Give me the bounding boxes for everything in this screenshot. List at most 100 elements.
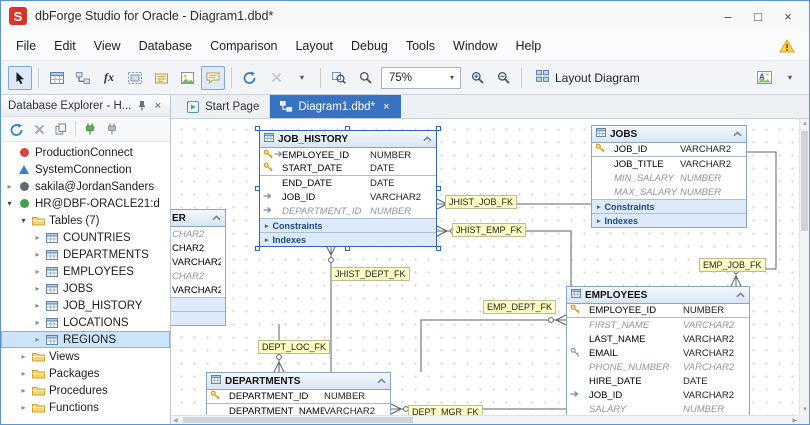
- tree-item-job-history[interactable]: ▸ JOB_HISTORY: [1, 297, 170, 314]
- tree-item-jobs[interactable]: ▸ JOBS: [1, 280, 170, 297]
- maximize-button[interactable]: □: [743, 5, 773, 27]
- collapse-arrow-icon[interactable]: ▸: [31, 284, 44, 293]
- menu-edit[interactable]: Edit: [45, 35, 85, 57]
- new-stamp-tool[interactable]: [149, 66, 173, 90]
- collapse-chevron-icon[interactable]: [212, 215, 221, 221]
- column-row[interactable]: VARCHAR2: [171, 255, 225, 269]
- relationship-emp-dept-fk[interactable]: [420, 314, 567, 372]
- table-header[interactable]: ER: [171, 210, 225, 227]
- selection-handle[interactable]: [255, 246, 260, 251]
- collapse-arrow-icon[interactable]: ▸: [17, 386, 30, 395]
- tree-item-locations[interactable]: ▸ LOCATIONS: [1, 314, 170, 331]
- refresh-button[interactable]: [6, 119, 28, 139]
- column-row[interactable]: VARCHAR2: [171, 283, 225, 297]
- column-row[interactable]: JOB_TITLE VARCHAR2: [592, 157, 746, 171]
- column-row[interactable]: END_DATE DATE: [260, 176, 436, 190]
- menu-comparison[interactable]: Comparison: [201, 35, 286, 57]
- zoom-out-button[interactable]: [491, 66, 515, 90]
- menu-view[interactable]: View: [85, 35, 130, 57]
- collapse-chevron-icon[interactable]: [377, 378, 386, 384]
- column-row[interactable]: MAX_SALARY NUMBER: [592, 185, 746, 199]
- menu-layout[interactable]: Layout: [286, 35, 342, 57]
- new-image-tool[interactable]: [175, 66, 199, 90]
- zoom-select[interactable]: 75% ▾: [381, 66, 461, 89]
- menu-tools[interactable]: Tools: [397, 35, 444, 57]
- section-constraints[interactable]: ▸Constraints: [260, 218, 436, 232]
- section-constraints[interactable]: ▸Constraints: [171, 297, 225, 311]
- new-connection-button[interactable]: [79, 119, 101, 139]
- pointer-tool[interactable]: [8, 65, 32, 90]
- column-row[interactable]: EMPLOYEE_ID NUMBER: [260, 148, 436, 162]
- menu-window[interactable]: Window: [444, 35, 506, 57]
- table-header[interactable]: JOB_HISTORY: [260, 131, 436, 148]
- collapse-arrow-icon[interactable]: ▸: [31, 267, 44, 276]
- vertical-scroll-thumb[interactable]: [801, 131, 808, 231]
- horizontal-scroll-thumb[interactable]: [183, 417, 413, 423]
- fit-tool[interactable]: [353, 66, 377, 90]
- tab-start-page[interactable]: Start Page: [177, 95, 271, 118]
- delete-button[interactable]: [264, 66, 288, 90]
- tree-item-packages[interactable]: ▸ Packages: [1, 365, 170, 382]
- fk-label-dept-loc-fk[interactable]: DEPT_LOC_FK: [258, 340, 331, 354]
- collapse-arrow-icon[interactable]: ▸: [3, 182, 16, 191]
- collapse-arrow-icon[interactable]: ▸: [17, 369, 30, 378]
- column-row[interactable]: START_DATE DATE: [260, 162, 436, 176]
- selection-handle[interactable]: [255, 185, 260, 191]
- tab-close-icon[interactable]: ×: [383, 101, 389, 113]
- table-header[interactable]: EMPLOYEES: [567, 287, 749, 304]
- column-row[interactable]: CHAR2: [171, 241, 225, 255]
- diagram-table-employees[interactable]: EMPLOYEES EMPLOYEE_ID NUMBER FIRST_NAME VARC…: [566, 286, 750, 424]
- selection-handle[interactable]: [436, 246, 441, 251]
- menu-file[interactable]: File: [7, 35, 45, 57]
- column-row[interactable]: HIRE_DATE DATE: [567, 374, 749, 388]
- column-row[interactable]: SALARY NUMBER: [567, 402, 749, 416]
- section-indexes[interactable]: ▸Indexes: [171, 311, 225, 325]
- layout-diagram-button[interactable]: Layout Diagram: [527, 66, 649, 90]
- column-row[interactable]: JOB_ID VARCHAR2: [592, 143, 746, 157]
- tree-item-views[interactable]: ▸ Views: [1, 348, 170, 365]
- new-function-tool[interactable]: fx: [97, 66, 121, 90]
- tree-item-hr-dbf-oracle21-d[interactable]: ▾ HR@DBF-ORACLE21:d: [1, 195, 170, 212]
- more-dropdown-button[interactable]: ▾: [290, 66, 314, 90]
- refresh-button[interactable]: [238, 66, 262, 90]
- column-row[interactable]: LAST_NAME VARCHAR2: [567, 332, 749, 346]
- menu-help[interactable]: Help: [507, 35, 551, 57]
- scroll-right-button[interactable]: ▶: [792, 418, 797, 424]
- scroll-up-button[interactable]: ▲: [802, 121, 808, 127]
- copy-button[interactable]: [50, 119, 72, 139]
- selection-handle[interactable]: [345, 246, 350, 251]
- fk-label-jhist-dept-fk[interactable]: JHIST_DEPT_FK: [331, 267, 410, 281]
- column-row[interactable]: JOB_ID VARCHAR2: [567, 388, 749, 402]
- tree-item-tables-7[interactable]: ▾ Tables (7): [1, 212, 170, 229]
- collapse-chevron-icon[interactable]: [423, 136, 432, 142]
- menu-debug[interactable]: Debug: [342, 35, 397, 57]
- fk-label-jhist-emp-fk[interactable]: JHIST_EMP_FK: [452, 223, 527, 237]
- new-table-tool[interactable]: [45, 66, 69, 90]
- panel-close-button[interactable]: ×: [150, 98, 166, 114]
- new-container-tool[interactable]: [123, 66, 147, 90]
- collapse-chevron-icon[interactable]: [736, 292, 745, 298]
- table-header[interactable]: DEPARTMENTS: [207, 373, 390, 390]
- selection-handle[interactable]: [436, 126, 441, 131]
- menu-database[interactable]: Database: [130, 35, 202, 57]
- collapse-arrow-icon[interactable]: ▸: [17, 352, 30, 361]
- image-export-button[interactable]: A: [752, 66, 776, 90]
- collapse-arrow-icon[interactable]: ▸: [17, 403, 30, 412]
- section-indexes[interactable]: ▸Indexes: [592, 213, 746, 227]
- collapse-arrow-icon[interactable]: ▸: [31, 318, 44, 327]
- new-relation-tool[interactable]: [71, 66, 95, 90]
- column-row[interactable]: EMAIL VARCHAR2: [567, 346, 749, 360]
- tree-item-procedures[interactable]: ▸ Procedures: [1, 382, 170, 399]
- tree-item-functions[interactable]: ▸ Functions: [1, 399, 170, 416]
- section-indexes[interactable]: ▸Indexes: [260, 232, 436, 246]
- scroll-down-button[interactable]: ▼: [802, 407, 808, 413]
- tree-item-departments[interactable]: ▸ DEPARTMENTS: [1, 246, 170, 263]
- diagram-table-job-history[interactable]: JOB_HISTORY EMPLOYEE_ID NUMBER START_DATE DA…: [255, 126, 441, 251]
- section-constraints[interactable]: ▸Constraints: [592, 199, 746, 213]
- collapse-arrow-icon[interactable]: ▸: [31, 301, 44, 310]
- tree-item-systemconnection[interactable]: SystemConnection: [1, 161, 170, 178]
- pin-icon[interactable]: [134, 98, 150, 114]
- tree-item-employees[interactable]: ▸ EMPLOYEES: [1, 263, 170, 280]
- selection-handle[interactable]: [345, 126, 350, 131]
- tree-item-sakila-jordansanders[interactable]: ▸ sakila@JordanSanders: [1, 178, 170, 195]
